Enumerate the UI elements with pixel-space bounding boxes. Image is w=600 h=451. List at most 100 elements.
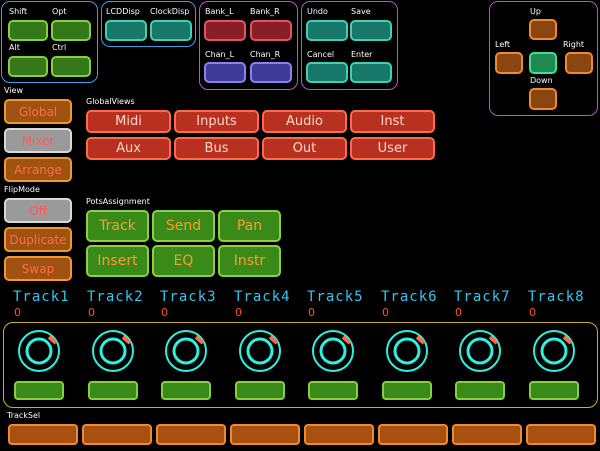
ctrl-label: Ctrl — [52, 43, 67, 52]
clock-disp-label: ClockDisp — [150, 7, 190, 16]
track-value: 0 — [235, 306, 242, 319]
chan-r-button[interactable] — [250, 62, 292, 83]
view-global-button[interactable]: Global — [4, 99, 72, 124]
chan-l-label: Chan_L — [205, 50, 235, 59]
chan-r-label: Chan_R — [250, 50, 281, 59]
pots-eq-button[interactable]: EQ — [152, 245, 215, 277]
track3-knob-button[interactable] — [161, 381, 211, 400]
track1-select-button[interactable] — [8, 424, 78, 445]
cancel-label: Cancel — [307, 50, 335, 59]
undo-button[interactable] — [306, 20, 348, 41]
track2-select-button[interactable] — [82, 424, 152, 445]
track7-knob[interactable] — [456, 327, 504, 375]
track2-knob[interactable] — [89, 327, 137, 375]
track-value: 0 — [308, 306, 315, 319]
track-label: Track7 — [454, 289, 511, 305]
undo-label: Undo — [307, 7, 328, 16]
track1-knob[interactable] — [15, 327, 63, 375]
global-views-label: GlobalViews — [86, 97, 135, 106]
lcd-disp-label: LCDDisp — [106, 7, 140, 16]
track8-knob[interactable] — [530, 327, 578, 375]
track4-knob-button[interactable] — [235, 381, 285, 400]
view-mixer-button[interactable]: Mixer — [4, 128, 72, 153]
track-label: Track3 — [160, 289, 217, 305]
track4-select-button[interactable] — [230, 424, 300, 445]
down-button[interactable] — [529, 88, 557, 110]
track4-knob[interactable] — [236, 327, 284, 375]
enter-label: Enter — [351, 50, 373, 59]
up-button[interactable] — [529, 19, 557, 40]
track-value: 0 — [455, 306, 462, 319]
opt-button[interactable] — [51, 20, 91, 41]
gv-inst-button[interactable]: Inst — [350, 110, 435, 133]
track-label: Track4 — [234, 289, 291, 305]
bank-r-label: Bank_R — [250, 7, 280, 16]
pots-track-button[interactable]: Track — [86, 210, 149, 242]
pots-assignment-label: PotsAssignment — [86, 197, 150, 206]
view-label: View — [4, 86, 23, 95]
gv-audio-button[interactable]: Audio — [262, 110, 347, 133]
track7-knob-button[interactable] — [455, 381, 505, 400]
track-label: Track5 — [307, 289, 364, 305]
track8-knob-button[interactable] — [529, 381, 579, 400]
track5-knob[interactable] — [309, 327, 357, 375]
cancel-button[interactable] — [306, 62, 348, 83]
flipmode-duplicate-button[interactable]: Duplicate — [4, 227, 72, 252]
alt-label: Alt — [9, 43, 20, 52]
bank-l-button[interactable] — [204, 20, 246, 41]
flipmode-off-button[interactable]: Off — [4, 198, 72, 223]
track-value: 0 — [88, 306, 95, 319]
track-label: Track1 — [13, 289, 70, 305]
gv-bus-button[interactable]: Bus — [174, 137, 259, 160]
opt-label: Opt — [52, 7, 67, 16]
track3-select-button[interactable] — [156, 424, 226, 445]
track3-knob[interactable] — [162, 327, 210, 375]
left-label: Left — [495, 40, 511, 49]
track2-knob-button[interactable] — [88, 381, 138, 400]
pots-instr-button[interactable]: Instr — [218, 245, 281, 277]
left-button[interactable] — [495, 52, 523, 74]
chan-l-button[interactable] — [204, 62, 246, 83]
track7-select-button[interactable] — [452, 424, 522, 445]
save-label: Save — [351, 7, 371, 16]
shift-label: Shift — [9, 7, 28, 16]
track-label: Track8 — [528, 289, 585, 305]
pots-pan-button[interactable]: Pan — [218, 210, 281, 242]
bank-l-label: Bank_L — [205, 7, 234, 16]
track8-select-button[interactable] — [526, 424, 596, 445]
gv-midi-button[interactable]: Midi — [86, 110, 171, 133]
clock-disp-button[interactable] — [150, 20, 192, 41]
gv-aux-button[interactable]: Aux — [86, 137, 171, 160]
ctrl-button[interactable] — [51, 56, 91, 77]
track5-select-button[interactable] — [304, 424, 374, 445]
track6-knob[interactable] — [383, 327, 431, 375]
track-sel-label: TrackSel — [7, 411, 41, 420]
lcd-disp-button[interactable] — [105, 20, 147, 41]
flipmode-swap-button[interactable]: Swap — [4, 256, 72, 281]
track-value: 0 — [529, 306, 536, 319]
alt-button[interactable] — [8, 56, 48, 77]
track1-knob-button[interactable] — [14, 381, 64, 400]
pots-insert-button[interactable]: Insert — [86, 245, 149, 277]
flipmode-label: FlipMode — [4, 185, 40, 194]
down-label: Down — [530, 76, 553, 85]
enter-button[interactable] — [350, 62, 392, 83]
pots-send-button[interactable]: Send — [152, 210, 215, 242]
track-value: 0 — [382, 306, 389, 319]
center-button[interactable] — [529, 52, 557, 74]
gv-user-button[interactable]: User — [350, 137, 435, 160]
up-label: Up — [530, 7, 541, 16]
track6-select-button[interactable] — [378, 424, 448, 445]
view-arrange-button[interactable]: Arrange — [4, 157, 72, 182]
track5-knob-button[interactable] — [308, 381, 358, 400]
right-label: Right — [563, 40, 585, 49]
track-label: Track2 — [87, 289, 144, 305]
bank-r-button[interactable] — [250, 20, 292, 41]
save-button[interactable] — [350, 20, 392, 41]
gv-out-button[interactable]: Out — [262, 137, 347, 160]
right-button[interactable] — [565, 52, 593, 74]
track6-knob-button[interactable] — [382, 381, 432, 400]
track-label: Track6 — [381, 289, 438, 305]
shift-button[interactable] — [8, 20, 48, 41]
gv-inputs-button[interactable]: Inputs — [174, 110, 259, 133]
